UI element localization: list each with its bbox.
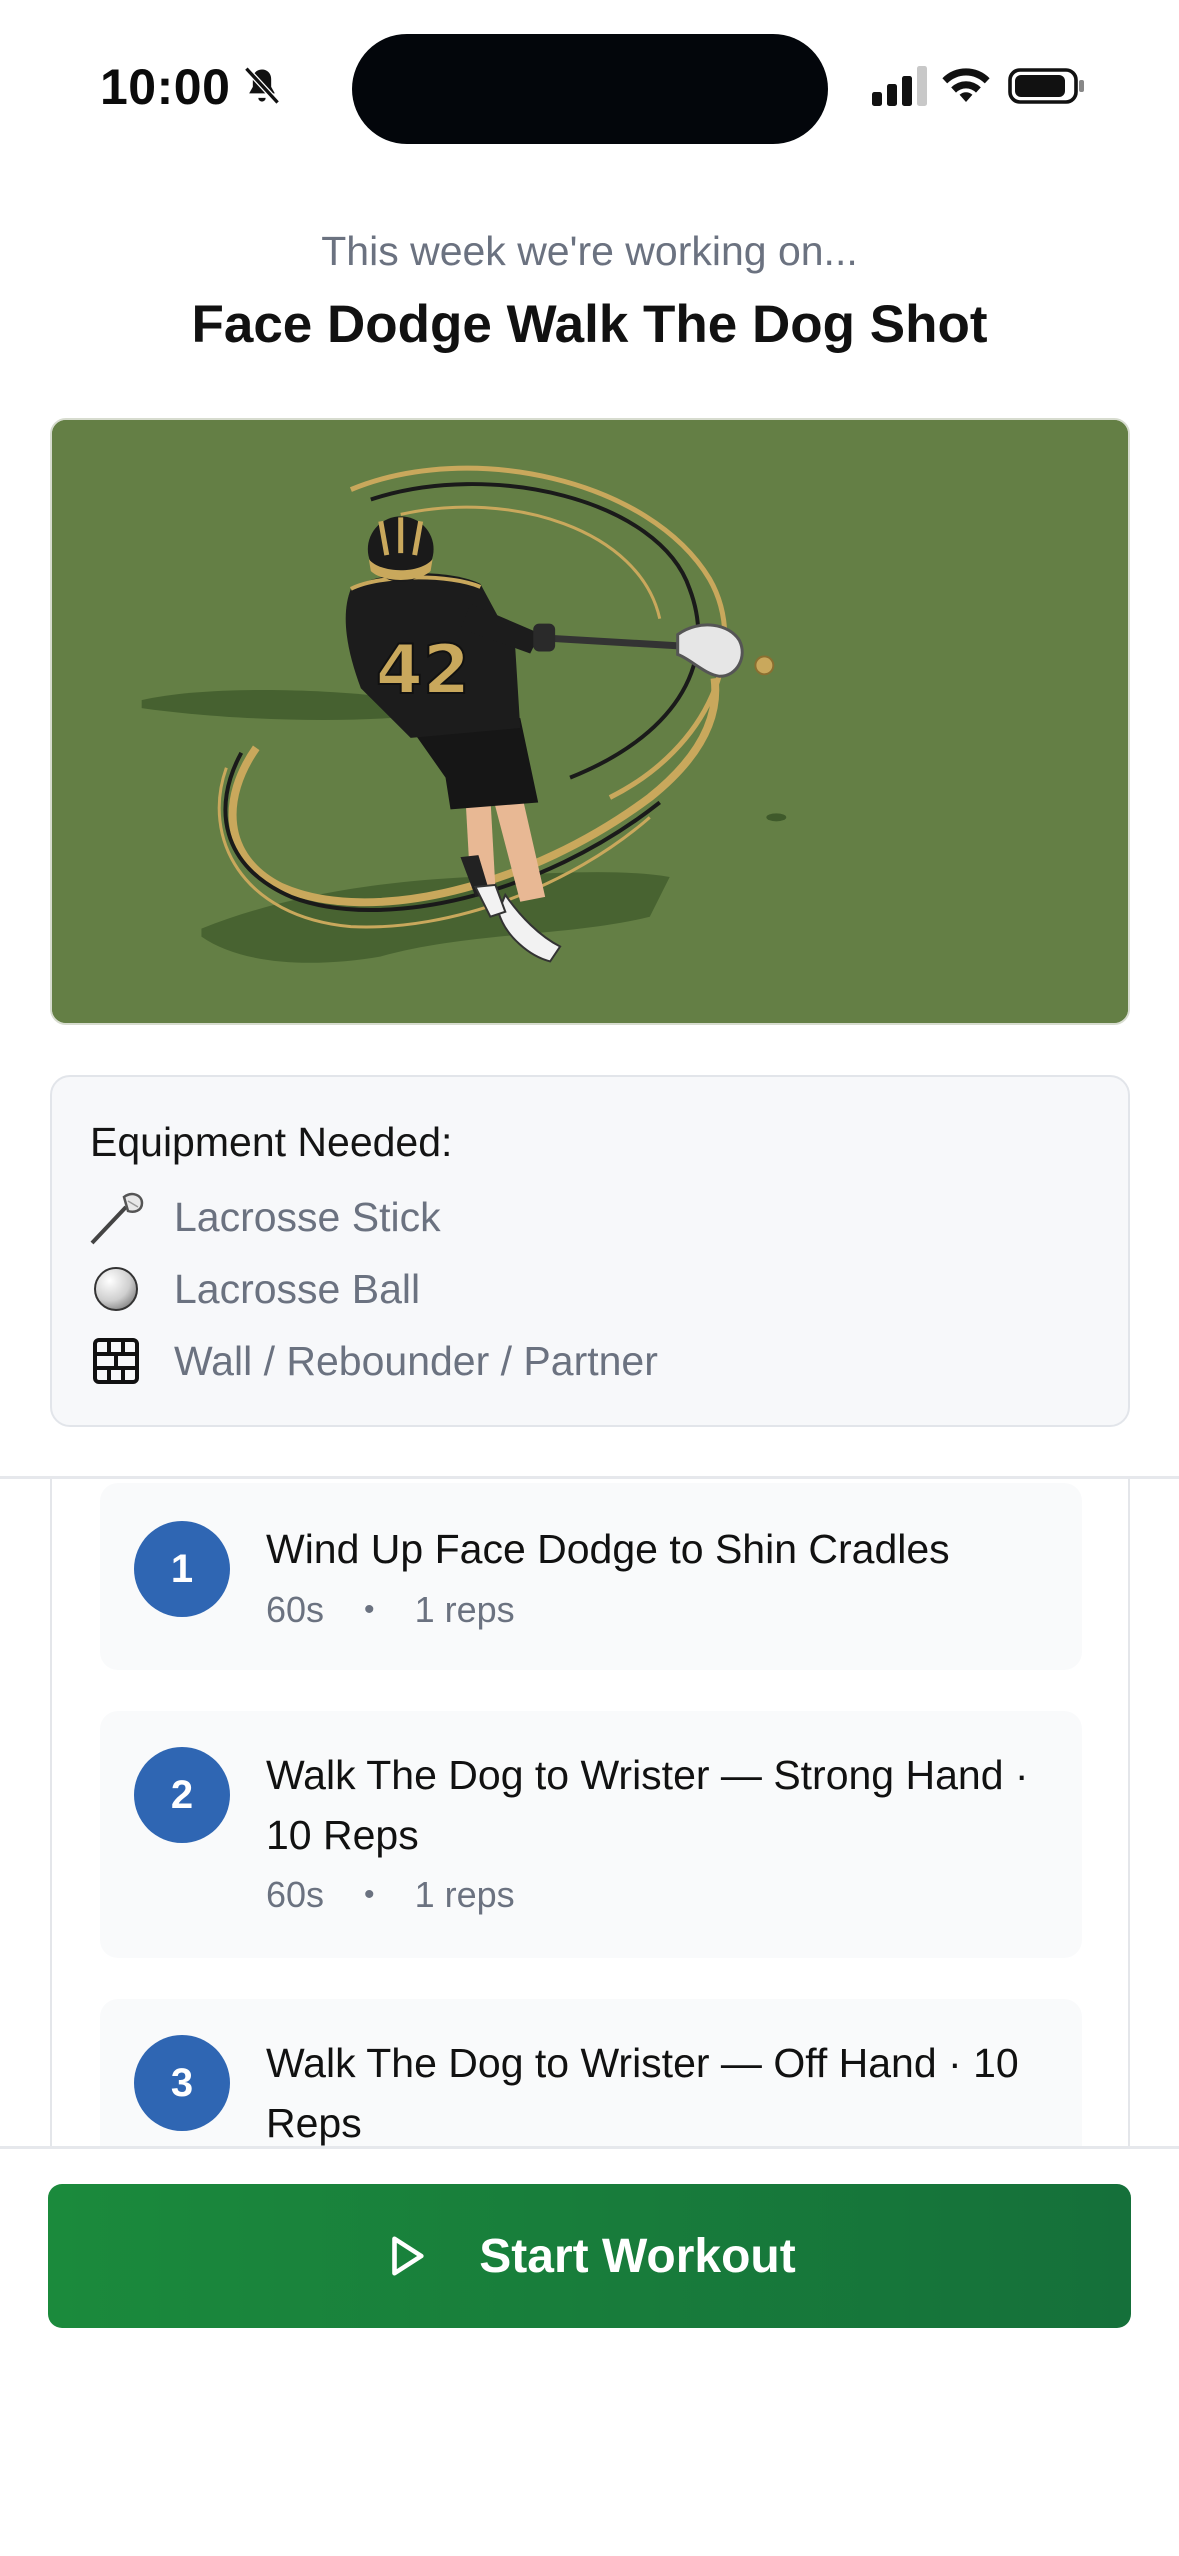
- equipment-title: Equipment Needed:: [90, 1119, 453, 1165]
- cellular-signal-icon: [872, 66, 927, 106]
- equipment-card: Equipment Needed: Lacrosse Stick Lacross…: [50, 1075, 1130, 1427]
- exercise-duration: 60s: [266, 1874, 325, 1915]
- dynamic-island: [352, 34, 828, 144]
- lacrosse-ball-icon: [88, 1261, 144, 1317]
- status-time: 10:00: [100, 59, 231, 115]
- footer-divider: [0, 2146, 1179, 2149]
- equipment-label: Lacrosse Ball: [174, 1265, 421, 1312]
- start-workout-label: Start Workout: [479, 2229, 796, 2283]
- exercise-name: Walk The Dog to Wrister — Off Hand · 10 …: [266, 2040, 1019, 2146]
- separator-dot: •: [364, 1878, 375, 1911]
- exercise-name: Wind Up Face Dodge to Shin Cradles: [266, 1526, 950, 1572]
- exercise-reps: 1 reps: [414, 1874, 515, 1915]
- exercise-reps: 1 reps: [414, 1589, 515, 1630]
- week-subtitle: This week we're working on...: [321, 228, 858, 274]
- separator-dot: •: [364, 1593, 375, 1626]
- hero-illustration: 42: [50, 418, 1130, 1025]
- equipment-item-wall: Wall / Rebounder / Partner: [88, 1331, 658, 1391]
- exercise-meta: 60s • 1 reps: [266, 1874, 515, 1916]
- wifi-icon: [942, 68, 990, 102]
- exercise-meta: 60s • 1 reps: [266, 1589, 515, 1631]
- equipment-label: Wall / Rebounder / Partner: [174, 1337, 658, 1384]
- lacrosse-stick-icon: [88, 1189, 144, 1245]
- status-bar: 10:00: [0, 0, 1179, 175]
- exercise-item-2[interactable]: 2 Walk The Dog to Wrister — Strong Hand …: [100, 1711, 1082, 1958]
- page-title: Face Dodge Walk The Dog Shot: [191, 295, 988, 354]
- exercise-list[interactable]: 1 Wind Up Face Dodge to Shin Cradles 60s…: [50, 1479, 1130, 2147]
- exercise-name: Walk The Dog to Wrister — Strong Hand · …: [266, 1752, 1029, 1858]
- exercise-duration: 60s: [266, 1589, 325, 1630]
- jersey-number: 42: [376, 630, 470, 709]
- equipment-label: Lacrosse Stick: [174, 1193, 441, 1240]
- exercise-number-badge: 1: [134, 1521, 230, 1617]
- equipment-item-ball: Lacrosse Ball: [88, 1259, 420, 1319]
- equipment-item-stick: Lacrosse Stick: [88, 1187, 441, 1247]
- bell-slash-icon: [244, 66, 280, 105]
- exercise-number-badge: 2: [134, 1747, 230, 1843]
- exercise-item-3[interactable]: 3 Walk The Dog to Wrister — Off Hand · 1…: [100, 1999, 1082, 2147]
- exercise-item-1[interactable]: 1 Wind Up Face Dodge to Shin Cradles 60s…: [100, 1483, 1082, 1670]
- play-icon: [392, 2236, 424, 2276]
- battery-icon: [1008, 68, 1084, 104]
- wall-grid-icon: [88, 1333, 144, 1389]
- start-workout-button[interactable]: Start Workout: [48, 2184, 1131, 2328]
- exercise-number-badge: 3: [134, 2035, 230, 2131]
